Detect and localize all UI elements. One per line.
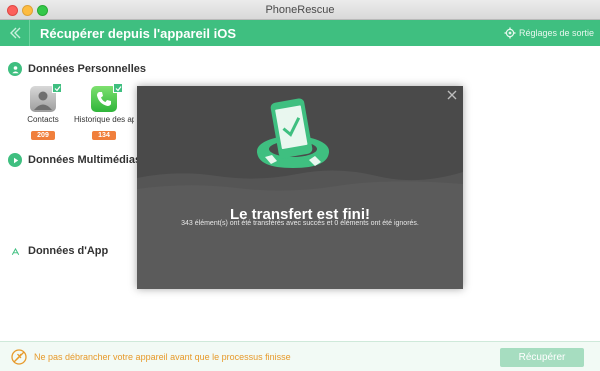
back-chevron-icon bbox=[9, 27, 20, 39]
tile-call-history-label: Historique des ap bbox=[74, 115, 134, 124]
check-icon bbox=[115, 85, 121, 91]
warning-text: Ne pas débrancher votre appareil avant q… bbox=[34, 352, 291, 362]
section-personal-data[interactable]: Données Personnelles bbox=[8, 62, 146, 76]
window-title: PhoneRescue bbox=[265, 4, 335, 16]
output-settings-label: Réglages de sortie bbox=[518, 28, 594, 38]
user-icon bbox=[8, 62, 22, 76]
section-app-label: Données d'App bbox=[28, 245, 109, 257]
checkbox-call-history[interactable] bbox=[113, 83, 123, 93]
dialog-message: 343 élément(s) ont été transférés avec s… bbox=[181, 220, 419, 227]
recover-button[interactable]: Récupérer bbox=[500, 348, 584, 367]
tile-contacts[interactable]: Contacts 209 bbox=[13, 83, 73, 142]
header-bar: Récupérer depuis l'appareil iOS Réglages… bbox=[0, 20, 600, 46]
section-app-data[interactable]: Données d'App bbox=[8, 244, 108, 258]
play-icon bbox=[8, 153, 22, 167]
transfer-illustration bbox=[137, 98, 463, 289]
tile-contacts-count: 209 bbox=[31, 131, 55, 140]
close-icon[interactable] bbox=[446, 89, 458, 101]
tile-call-history-count: 134 bbox=[92, 131, 116, 140]
unplug-warning-icon bbox=[11, 349, 27, 365]
gear-icon bbox=[504, 27, 516, 39]
page-title: Récupérer depuis l'appareil iOS bbox=[40, 26, 236, 41]
phone-icon bbox=[91, 83, 123, 112]
back-button[interactable] bbox=[0, 20, 30, 46]
bottom-bar: Ne pas débrancher votre appareil avant q… bbox=[0, 341, 600, 371]
tile-call-history[interactable]: Historique des ap 134 bbox=[74, 83, 134, 142]
app-icon bbox=[8, 244, 22, 258]
app-window: PhoneRescue Récupérer depuis l'appareil … bbox=[0, 0, 600, 371]
checkbox-contacts[interactable] bbox=[52, 83, 62, 93]
section-media-label: Données Multimédias bbox=[28, 154, 142, 166]
check-icon bbox=[54, 85, 60, 91]
contacts-icon bbox=[30, 83, 62, 112]
section-media-data[interactable]: Données Multimédias bbox=[8, 153, 141, 167]
tile-contacts-label: Contacts bbox=[27, 115, 59, 124]
section-personal-label: Données Personnelles bbox=[28, 63, 146, 75]
output-settings-button[interactable]: Réglages de sortie bbox=[504, 27, 594, 39]
transfer-complete-dialog: Le transfert est fini! 343 élément(s) on… bbox=[137, 86, 463, 289]
title-bar: PhoneRescue bbox=[0, 0, 600, 20]
